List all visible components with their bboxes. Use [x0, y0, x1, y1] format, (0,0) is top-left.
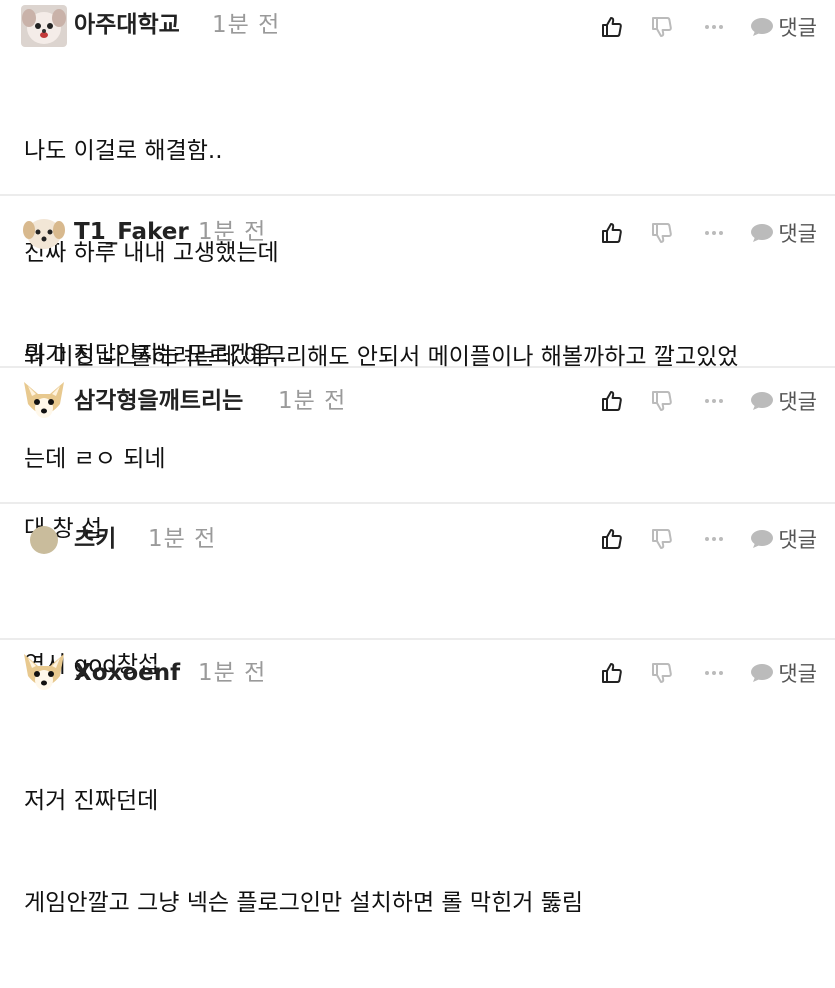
user-avatar[interactable]	[20, 520, 68, 560]
comment-item: 츠키 1분 전 댓글 역시 god창섭	[0, 504, 835, 678]
comment-item: Xoxoenf 1분 전 댓글 저거 진짜던데 게임안깔고 그냥 넥슨 플로그인…	[0, 640, 835, 916]
reply-button[interactable]: 댓글	[750, 658, 817, 688]
puppy-avatar-icon	[23, 219, 65, 249]
comment-line: 나도 이걸로 해결함..	[24, 138, 223, 164]
chihuahua-avatar-icon	[24, 654, 64, 690]
reply-label: 댓글	[778, 222, 817, 246]
reply-button[interactable]: 댓글	[750, 386, 817, 416]
speech-bubble-icon	[751, 664, 774, 682]
comment-timestamp: 1분 전	[148, 526, 217, 552]
chihuahua-avatar-icon	[24, 382, 64, 418]
comment-timestamp: 1분 전	[278, 388, 347, 414]
like-button[interactable]	[600, 389, 624, 413]
more-options-button[interactable]	[704, 670, 724, 676]
dislike-button[interactable]	[650, 15, 674, 39]
reply-label: 댓글	[778, 16, 817, 40]
thumbs-up-icon	[602, 223, 623, 243]
ellipsis-icon	[705, 25, 724, 29]
comment-actions: 댓글	[600, 386, 817, 416]
user-avatar[interactable]	[20, 654, 68, 694]
reply-button[interactable]: 댓글	[750, 524, 817, 554]
comment-timestamp: 1분 전	[212, 12, 281, 38]
ellipsis-icon	[705, 231, 724, 235]
comment-username[interactable]: T1_Faker	[74, 217, 189, 247]
reply-label: 댓글	[778, 528, 817, 552]
like-button[interactable]	[600, 527, 624, 551]
comment-line: 게임안깔고 그냥 넥슨 플로그인만 설치하면 롤 막힌거 뚫림	[24, 890, 584, 916]
reply-label: 댓글	[778, 390, 817, 414]
speech-bubble-icon	[751, 530, 774, 548]
reply-label: 댓글	[778, 662, 817, 686]
like-button[interactable]	[600, 221, 624, 245]
comment-item: 아주대학교 1분 전 댓글 나도 이걸로 해결함.. 진짜 하루 내내 고생했는…	[0, 0, 835, 368]
speech-bubble-icon	[751, 18, 774, 36]
more-options-button[interactable]	[704, 24, 724, 30]
thumbs-down-icon	[652, 663, 673, 683]
thumbs-up-icon	[602, 663, 623, 683]
like-button[interactable]	[600, 661, 624, 685]
thumbs-up-icon	[602, 17, 623, 37]
comment-username[interactable]: 츠키	[74, 524, 116, 554]
comment-username[interactable]: 삼각형을깨트리는	[74, 386, 243, 416]
ellipsis-icon	[705, 537, 724, 541]
speech-bubble-icon	[751, 392, 774, 410]
comment-body: 저거 진짜던데 게임안깔고 그냥 넥슨 플로그인만 설치하면 롤 막힌거 뚫림	[24, 716, 824, 988]
more-options-button[interactable]	[704, 230, 724, 236]
comment-actions: 댓글	[600, 658, 817, 688]
reply-button[interactable]: 댓글	[750, 12, 817, 42]
dislike-button[interactable]	[650, 527, 674, 551]
comment-actions: 댓글	[600, 524, 817, 554]
comment-item: T1_Faker 1분 전 댓글 와 미친 나 롤하려는데 아무리해도 안되서 …	[0, 196, 835, 472]
thumbs-down-icon	[652, 223, 673, 243]
default-avatar-icon	[30, 526, 58, 554]
like-button[interactable]	[600, 15, 624, 39]
comment-username[interactable]: 아주대학교	[74, 10, 180, 40]
comment-timestamp: 1분 전	[198, 660, 267, 686]
thumbs-down-icon	[652, 17, 673, 37]
user-avatar[interactable]	[20, 382, 68, 422]
ellipsis-icon	[705, 671, 724, 675]
comment-username[interactable]: Xoxoenf	[74, 658, 180, 688]
reply-button[interactable]: 댓글	[750, 218, 817, 248]
thumbs-up-icon	[602, 529, 623, 549]
comment-actions: 댓글	[600, 12, 817, 42]
comment-actions: 댓글	[600, 218, 817, 248]
thumbs-down-icon	[652, 529, 673, 549]
user-avatar[interactable]	[20, 212, 68, 252]
user-avatar[interactable]	[20, 5, 68, 47]
comment-item: 삼각형을깨트리는 1분 전 댓글 대 창 섭	[0, 368, 835, 542]
dislike-button[interactable]	[650, 221, 674, 245]
dislike-button[interactable]	[650, 661, 674, 685]
thumbs-down-icon	[652, 391, 673, 411]
speech-bubble-icon	[751, 224, 774, 242]
comment-line: 저거 진짜던데	[24, 788, 159, 814]
comment-timestamp: 1분 전	[198, 219, 267, 245]
more-options-button[interactable]	[704, 536, 724, 542]
more-options-button[interactable]	[704, 398, 724, 404]
dog-avatar-icon	[21, 5, 67, 47]
ellipsis-icon	[705, 399, 724, 403]
dislike-button[interactable]	[650, 389, 674, 413]
thumbs-up-icon	[602, 391, 623, 411]
